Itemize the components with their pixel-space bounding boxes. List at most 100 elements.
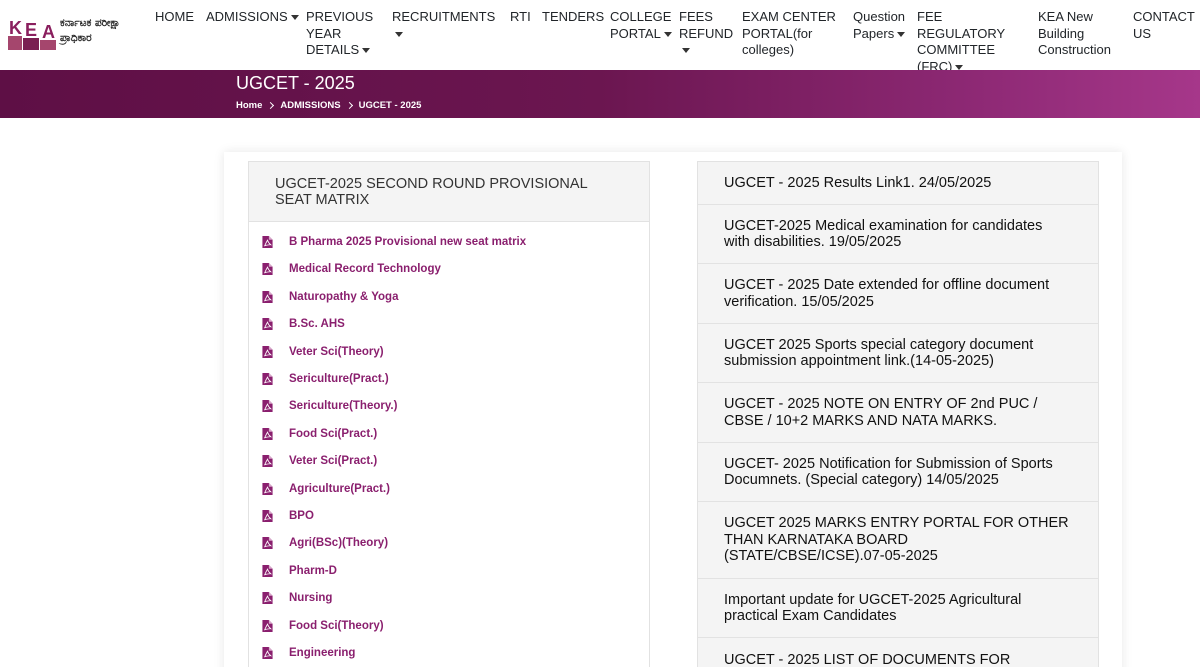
notice-item[interactable]: UGCET - 2025 Results Link1. 24/05/2025 <box>697 161 1099 205</box>
nav-fees-refund-label: FEES REFUND <box>679 9 734 41</box>
logo-letter-k: K <box>9 18 22 38</box>
nav-rti[interactable]: RTI <box>510 9 540 26</box>
nav-question-papers[interactable]: Question Papers <box>853 9 911 42</box>
file-pdf-icon <box>262 428 273 440</box>
breadcrumb-home[interactable]: Home <box>236 100 262 111</box>
chevron-right-icon <box>345 101 353 110</box>
nav-kea-new-building[interactable]: KEA New Building Construction <box>1038 9 1122 59</box>
nav-exam-center-portal[interactable]: EXAM CENTER PORTAL(for colleges) <box>742 9 848 59</box>
kea-logo-mark: K E A <box>8 18 56 50</box>
nav-admissions-label: ADMISSIONS <box>206 9 288 24</box>
file-pdf-icon <box>262 236 273 248</box>
nav-previous-year-details[interactable]: PREVIOUS YEAR DETAILS <box>306 9 386 59</box>
seat-matrix-item[interactable]: BPO <box>262 506 314 526</box>
notice-text: UGCET - 2025 Results Link1. 24/05/2025 <box>724 174 992 191</box>
caret-down-icon <box>955 64 964 70</box>
seat-matrix-item-label: Naturopathy & Yoga <box>289 291 399 303</box>
nav-college-portal[interactable]: COLLEGE PORTAL <box>610 9 672 42</box>
notice-item[interactable]: UGCET 2025 MARKS ENTRY PORTAL FOR OTHER … <box>697 501 1099 579</box>
notice-item[interactable]: UGCET - 2025 LIST OF DOCUMENTS FOR <box>697 637 1099 667</box>
file-pdf-icon <box>262 400 273 412</box>
seat-matrix-item-label: BPO <box>289 510 314 522</box>
file-pdf-icon <box>262 647 273 659</box>
notice-item[interactable]: UGCET - 2025 Date extended for offline d… <box>697 263 1099 324</box>
nav-college-portal-label: COLLEGE PORTAL <box>610 9 672 41</box>
logo-letter-a: A <box>42 22 55 42</box>
nav-contact-us-label: CONTACT US <box>1133 9 1195 41</box>
file-pdf-icon <box>262 483 273 495</box>
notice-item[interactable]: UGCET-2025 Medical examination for candi… <box>697 204 1099 264</box>
nav-kea-new-building-label: KEA New Building Construction <box>1038 9 1111 57</box>
seat-matrix-item-label: Agri(BSc)(Theory) <box>289 537 389 549</box>
seat-matrix-item-label: Agriculture(Pract.) <box>289 483 390 495</box>
seat-matrix-item-label: Sericulture(Pract.) <box>289 373 389 385</box>
seat-matrix-item[interactable]: Veter Sci(Theory) <box>262 342 384 362</box>
file-pdf-icon <box>262 510 273 522</box>
file-pdf-icon <box>262 592 273 604</box>
seat-matrix-item[interactable]: Nursing <box>262 588 332 608</box>
notice-text: UGCET - 2025 NOTE ON ENTRY OF 2nd PUC / … <box>724 396 1038 429</box>
nav-contact-us[interactable]: CONTACT US <box>1133 9 1195 42</box>
file-pdf-icon <box>262 537 273 549</box>
seat-matrix-item[interactable]: Agri(BSc)(Theory) <box>262 533 388 553</box>
seat-matrix-item[interactable]: Food Sci(Pract.) <box>262 424 377 444</box>
seat-matrix-item[interactable]: Sericulture(Theory.) <box>262 396 397 416</box>
seat-matrix-item[interactable]: Engineering <box>262 643 355 663</box>
seat-matrix-item-label: B Pharma 2025 Provisional new seat matri… <box>289 236 527 248</box>
logo-line-1: ಕರ್ನಾಟಕ ಪರೀಕ್ಷಾ <box>60 17 121 29</box>
seat-matrix-heading: UGCET-2025 SECOND ROUND PROVISIONAL SEAT… <box>249 162 649 222</box>
file-pdf-icon <box>262 263 273 275</box>
nav-recruitments[interactable]: RECRUITMENTS <box>392 9 502 42</box>
file-pdf-icon <box>262 318 273 330</box>
seat-matrix-item[interactable]: Medical Record Technology <box>262 259 441 279</box>
chevron-right-icon <box>267 101 275 110</box>
nav-rti-label: RTI <box>510 9 531 24</box>
notice-text: UGCET - 2025 LIST OF DOCUMENTS FOR <box>724 652 1011 667</box>
seat-matrix-item-label: Medical Record Technology <box>289 263 441 275</box>
logo-line-2: ಪ್ರಾಧಿಕಾರ <box>60 32 92 44</box>
seat-matrix-item-label: Veter Sci(Pract.) <box>289 455 378 467</box>
notice-text: UGCET- 2025 Notification for Submission … <box>724 455 1053 489</box>
file-pdf-icon <box>262 291 273 303</box>
notices-panel: UGCET - 2025 Results Link1. 24/05/2025 U… <box>697 161 1099 667</box>
nav-recruitments-label: RECRUITMENTS <box>392 9 496 24</box>
notice-item[interactable]: UGCET- 2025 Notification for Submission … <box>697 442 1099 502</box>
seat-matrix-item[interactable]: Veter Sci(Pract.) <box>262 451 377 471</box>
nav-fee-regulatory-committee[interactable]: FEE REGULATORY COMMITTEE (FRC) <box>917 9 1029 75</box>
notice-item[interactable]: UGCET - 2025 NOTE ON ENTRY OF 2nd PUC / … <box>697 382 1099 443</box>
nav-exam-center-portal-label: EXAM CENTER PORTAL(for colleges) <box>742 9 836 57</box>
notice-text: UGCET 2025 Sports special category docum… <box>724 336 1034 370</box>
breadcrumb-current: UGCET - 2025 <box>358 100 422 111</box>
nav-admissions[interactable]: ADMISSIONS <box>206 9 301 26</box>
kea-logo[interactable]: K E A ಕರ್ನಾಟಕ ಪರೀಕ್ಷಾ ಪ್ರಾಧಿಕಾರ <box>4 14 134 54</box>
file-pdf-icon <box>262 620 273 632</box>
caret-down-icon <box>663 31 672 37</box>
seat-matrix-item-label: Food Sci(Theory) <box>289 620 384 632</box>
nav-home[interactable]: HOME <box>155 9 200 26</box>
seat-matrix-item[interactable]: Food Sci(Theory) <box>262 616 384 636</box>
nav-tenders[interactable]: TENDERS <box>542 9 604 26</box>
seat-matrix-item-label: Veter Sci(Theory) <box>289 346 384 358</box>
notice-item[interactable]: UGCET 2025 Sports special category docum… <box>697 323 1099 383</box>
breadcrumb: Home ADMISSIONS UGCET - 2025 <box>236 100 421 111</box>
file-pdf-icon <box>262 565 273 577</box>
page-title: UGCET - 2025 <box>236 73 355 93</box>
seat-matrix-item[interactable]: B Pharma 2025 Provisional new seat matri… <box>262 232 526 252</box>
seat-matrix-item[interactable]: Naturopathy & Yoga <box>262 287 398 307</box>
top-navbar: K E A ಕರ್ನಾಟಕ ಪರೀಕ್ಷಾ ಪ್ರಾಧಿಕಾರ HOME ADM… <box>0 0 1200 74</box>
seat-matrix-item[interactable]: Agriculture(Pract.) <box>262 479 390 499</box>
notice-text: Important update for UGCET-2025 Agricult… <box>724 591 1022 625</box>
notice-text: UGCET-2025 Medical examination for candi… <box>724 217 1043 251</box>
notice-item[interactable]: Important update for UGCET-2025 Agricult… <box>697 578 1099 638</box>
nav-fees-refund[interactable]: FEES REFUND <box>679 9 734 59</box>
caret-down-icon <box>682 48 690 54</box>
seat-matrix-item-label: Nursing <box>289 592 333 604</box>
seat-matrix-item-label: Engineering <box>289 647 356 659</box>
breadcrumb-admissions[interactable]: ADMISSIONS <box>280 100 340 111</box>
logo-letter-e: E <box>25 20 37 40</box>
seat-matrix-item[interactable]: Sericulture(Pract.) <box>262 369 389 389</box>
file-pdf-icon <box>262 346 273 358</box>
seat-matrix-item[interactable]: Pharm-D <box>262 561 337 581</box>
seat-matrix-item[interactable]: B.Sc. AHS <box>262 314 345 334</box>
caret-down-icon <box>290 15 299 21</box>
